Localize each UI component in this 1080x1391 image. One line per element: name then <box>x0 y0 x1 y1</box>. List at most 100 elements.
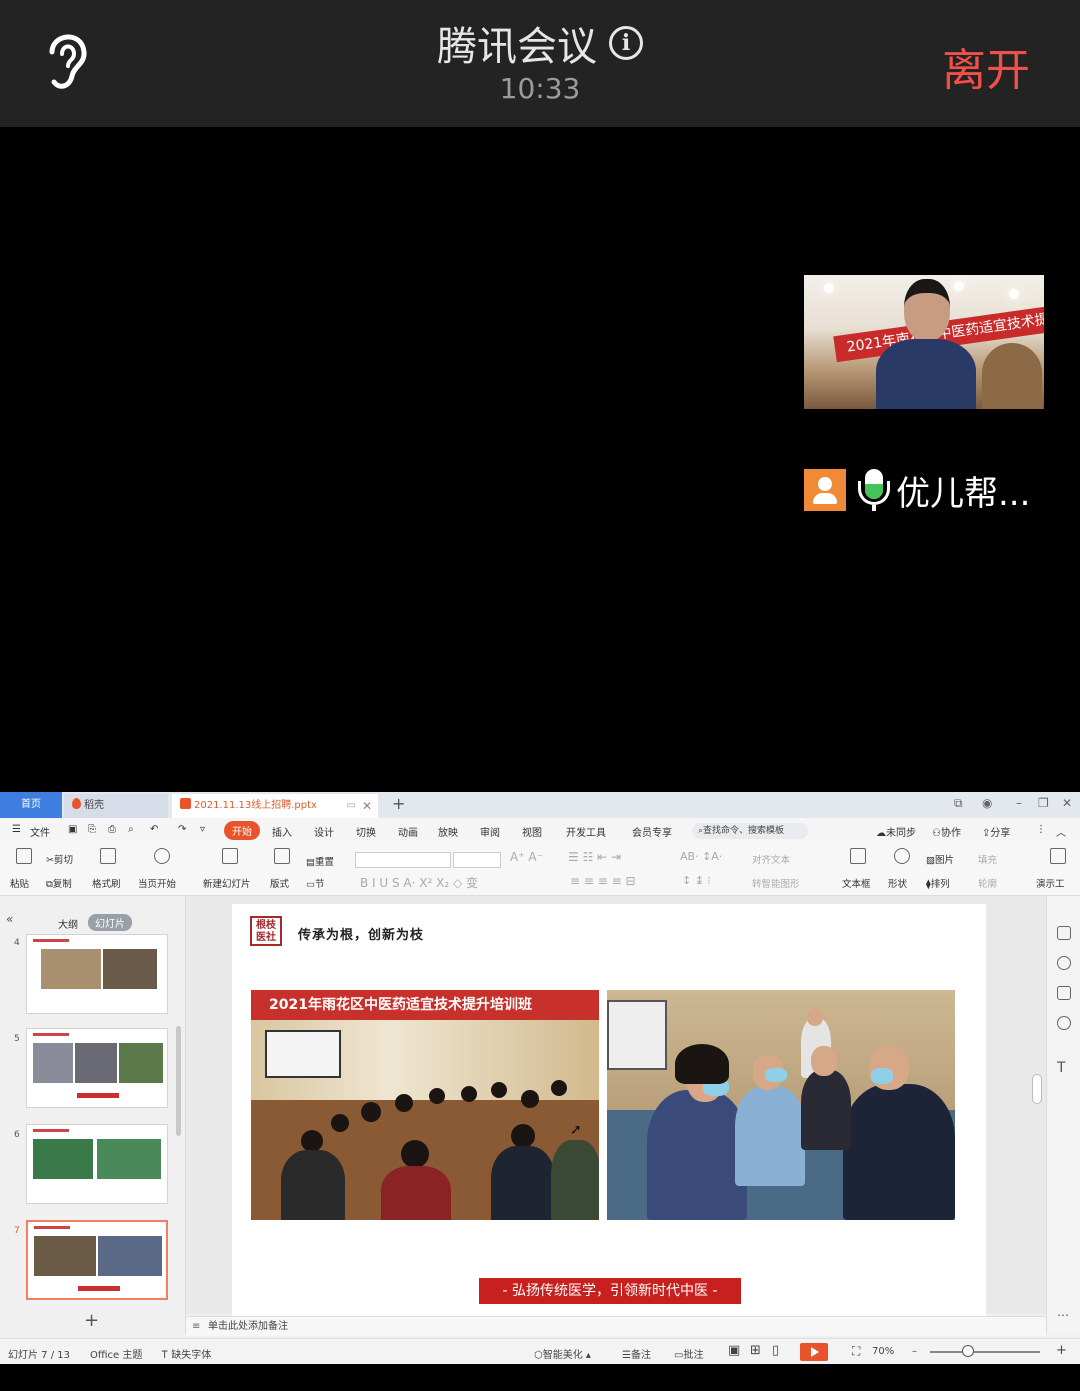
align-icons[interactable]: ≡ ≡ ≡ ≡ ⊟ <box>570 874 636 888</box>
print-icon[interactable]: ⎙ <box>108 824 116 835</box>
undo-icon[interactable]: ↶ <box>150 824 158 835</box>
massage-photo[interactable] <box>607 990 955 1220</box>
beautify-button[interactable]: ⬡智能美化 ▴ <box>534 1346 591 1361</box>
pin-icon[interactable]: ▭ <box>347 794 356 818</box>
text-format-icons[interactable]: B I U S A· X² X₂ ◇ 变 <box>360 874 478 891</box>
theme-name[interactable]: Office 主题 <box>90 1346 142 1361</box>
play-slideshow-button[interactable] <box>800 1343 828 1361</box>
layout-icon[interactable] <box>274 848 290 864</box>
kebab-icon[interactable]: ⋮ <box>1036 824 1046 835</box>
zoom-slider[interactable] <box>930 1351 1040 1353</box>
format-painter-icon[interactable] <box>100 848 116 864</box>
cut-button[interactable]: ✂剪切 <box>46 852 73 866</box>
zoom-in-icon[interactable]: + <box>1056 1343 1067 1358</box>
menu-home[interactable]: 开始 <box>224 821 260 840</box>
collab-button[interactable]: ⚇协作 <box>932 824 961 839</box>
collapse-panel-icon[interactable]: « <box>6 912 13 926</box>
tab-daoke[interactable]: 稻壳 <box>64 794 168 818</box>
slide-thumbnail[interactable] <box>26 1028 168 1108</box>
list-icons[interactable]: ☰ ☷ ⇤ ⇥ <box>568 850 621 864</box>
user-avatar-icon[interactable]: ◉ <box>982 796 992 810</box>
menu-animation[interactable]: 动画 <box>398 824 418 839</box>
menu-design[interactable]: 设计 <box>314 824 334 839</box>
arrange-button[interactable]: ⧫排列 <box>926 876 950 890</box>
missing-font[interactable]: Ꭲ 缺失字体 <box>162 1346 211 1361</box>
present-tool-button[interactable]: 演示工 <box>1036 876 1065 890</box>
slide-thumbnail-selected[interactable] <box>26 1220 168 1300</box>
more-icon[interactable]: ▿ <box>200 824 205 835</box>
hamburger-icon[interactable]: ☰ <box>12 824 21 835</box>
reading-view-icon[interactable]: ▯ <box>772 1343 779 1358</box>
play-circle-icon[interactable] <box>154 848 170 864</box>
panel-scrollbar[interactable] <box>176 1026 181 1136</box>
close-window-icon[interactable]: ✕ <box>1062 796 1072 810</box>
textbox-icon[interactable] <box>850 848 866 864</box>
from-current-button[interactable]: 当页开始 <box>138 876 176 890</box>
shape-button[interactable]: 形状 <box>888 876 907 890</box>
menu-review[interactable]: 审阅 <box>480 824 500 839</box>
font-size-icons[interactable]: A⁺ A⁻ <box>510 850 543 864</box>
spacing-icons[interactable]: ↕ ↨ ⁝ <box>682 874 711 887</box>
command-search[interactable]: ⌕查找命令、搜索模板 <box>692 823 808 839</box>
settings-sliders-icon[interactable] <box>1057 926 1071 940</box>
tab-file[interactable]: 2021.11.13线上招聘.pptx ▭ ✕ <box>172 794 378 818</box>
save-icon[interactable]: ▣ <box>68 824 77 835</box>
menu-developer[interactable]: 开发工具 <box>566 824 606 839</box>
chevron-up-icon[interactable]: ︿ <box>1056 824 1066 839</box>
menu-file[interactable]: 文件 <box>30 824 50 839</box>
minimize-icon[interactable]: – <box>1016 796 1022 810</box>
menu-view[interactable]: 视图 <box>522 824 542 839</box>
section-button[interactable]: ▭节 <box>306 876 325 890</box>
paste-button[interactable]: 粘贴 <box>10 876 29 890</box>
preview-icon[interactable]: ⌕ <box>128 824 134 835</box>
more-dots-icon[interactable]: ⋯ <box>1057 1308 1071 1322</box>
training-photo[interactable]: 2021年雨花区中医药适宜技术提升培训班 <box>251 990 599 1220</box>
new-slide-button[interactable]: 新建幻灯片 <box>203 876 251 890</box>
notes-button[interactable]: ☰备注 <box>622 1346 651 1361</box>
comments-button[interactable]: ▭批注 <box>674 1346 703 1361</box>
menu-slideshow[interactable]: 放映 <box>438 824 458 839</box>
participant-video[interactable]: 2021年南花区中医药适宜技术提升 <box>804 275 1044 409</box>
new-tab-button[interactable]: + <box>392 794 405 813</box>
leave-button[interactable]: 离开 <box>942 34 1030 98</box>
notes-area[interactable]: 单击此处添加备注 <box>186 1316 1046 1337</box>
restore-icon[interactable]: ❐ <box>1038 796 1049 810</box>
presentation-icon[interactable] <box>1050 848 1066 864</box>
text-direction-icons[interactable]: AB· ↕A· <box>680 850 722 863</box>
menu-member[interactable]: 会员专享 <box>632 824 672 839</box>
help-icon[interactable] <box>1057 1016 1071 1030</box>
outline-button[interactable]: 轮廓 <box>978 876 997 890</box>
window-count-icon[interactable]: ⧉ <box>954 796 963 811</box>
copy-button[interactable]: ⧉复制 <box>46 876 72 890</box>
reset-button[interactable]: ▤重置 <box>306 854 334 868</box>
menu-insert[interactable]: 插入 <box>272 824 292 839</box>
export-icon[interactable]: ⎘ <box>88 824 96 835</box>
paste-icon[interactable] <box>16 848 32 864</box>
layout-button[interactable]: 版式 <box>270 876 289 890</box>
grid-view-icon[interactable]: ⊞ <box>750 1343 761 1358</box>
normal-view-icon[interactable]: ▣ <box>728 1343 740 1358</box>
sync-status[interactable]: ☁未同步 <box>876 824 916 839</box>
tab-outline[interactable]: 大纲 <box>58 916 78 931</box>
close-icon[interactable]: ✕ <box>362 794 372 818</box>
copy-icon[interactable] <box>1057 986 1071 1000</box>
format-painter-button[interactable]: 格式刷 <box>92 876 121 890</box>
new-slide-icon[interactable] <box>222 848 238 864</box>
slide-thumbnail[interactable] <box>26 934 168 1014</box>
zoom-slider-knob[interactable] <box>962 1345 974 1357</box>
text-icon[interactable]: T <box>1057 1060 1071 1076</box>
slide-thumbnail[interactable] <box>26 1124 168 1204</box>
shape-icon[interactable] <box>894 848 910 864</box>
add-slide-button[interactable]: + <box>84 1310 99 1331</box>
smart-shape-button[interactable]: 转智能图形 <box>752 876 800 890</box>
textbox-button[interactable]: 文本框 <box>842 876 871 890</box>
font-family-select[interactable] <box>355 852 451 868</box>
zoom-level[interactable]: 70% <box>872 1346 894 1357</box>
redo-icon[interactable]: ↷ <box>178 824 186 835</box>
fit-window-icon[interactable]: ⛶ <box>852 1344 860 1359</box>
menu-transition[interactable]: 切换 <box>356 824 376 839</box>
share-button[interactable]: ⇪分享 <box>982 824 1010 839</box>
align-text-button[interactable]: 对齐文本 <box>752 852 790 866</box>
tab-slides[interactable]: 幻灯片 <box>88 914 132 931</box>
fill-button[interactable]: 填充 <box>978 852 997 866</box>
